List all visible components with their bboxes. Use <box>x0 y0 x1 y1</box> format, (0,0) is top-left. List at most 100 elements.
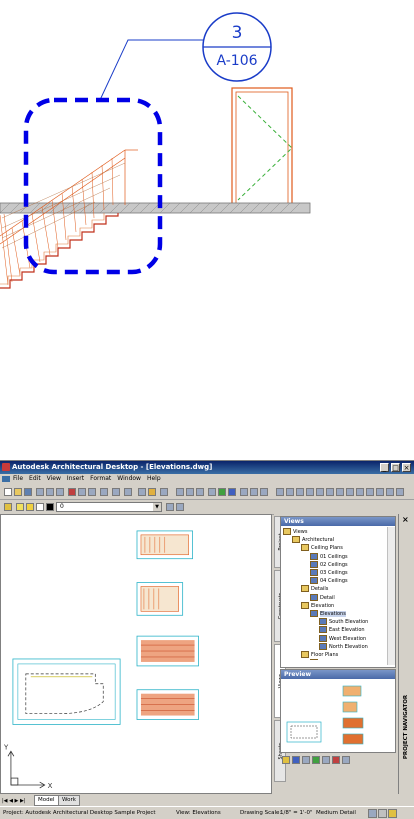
repath-icon[interactable] <box>312 756 320 764</box>
tree-item[interactable]: 02 Ceilings <box>283 560 391 569</box>
menu-file[interactable]: File <box>13 474 23 484</box>
regenerate-icon[interactable] <box>302 756 310 764</box>
menu-format[interactable]: Format <box>90 474 111 484</box>
layer-manager-icon[interactable] <box>4 503 12 511</box>
new-view-icon[interactable] <box>292 756 300 764</box>
tree-item-label: East Elevation <box>329 627 365 634</box>
layer-on-icon[interactable] <box>16 503 24 511</box>
text-icon[interactable] <box>376 488 384 496</box>
zoom-window-icon[interactable] <box>160 488 168 496</box>
tree-item[interactable]: East Elevation <box>283 626 391 634</box>
status-scale-value[interactable]: 1/8" = 1'-0" <box>280 807 313 819</box>
ellipse-icon[interactable] <box>346 488 354 496</box>
tree-item[interactable]: West Elevation <box>283 634 391 643</box>
window-title: Autodesk Architectural Desktop - [Elevat… <box>12 463 213 471</box>
circle-icon[interactable] <box>306 488 314 496</box>
elevation-west <box>136 635 199 667</box>
paste-icon[interactable] <box>88 488 96 496</box>
point-icon[interactable] <box>396 488 404 496</box>
arc-icon[interactable] <box>296 488 304 496</box>
add-view-icon[interactable] <box>282 756 290 764</box>
region-icon[interactable] <box>366 488 374 496</box>
tree-item[interactable]: Architectural <box>283 536 391 544</box>
tree-item[interactable]: 01 Ceilings <box>283 552 391 561</box>
menu-insert[interactable]: Insert <box>67 474 84 484</box>
palette-close-icon[interactable]: × <box>402 515 409 524</box>
properties-icon[interactable] <box>176 488 184 496</box>
drawing-canvas[interactable]: Y X <box>0 514 272 794</box>
tree-item[interactable]: Ceiling Plans <box>283 544 391 552</box>
minimize-icon[interactable]: _ <box>380 463 389 472</box>
spline-icon[interactable] <box>336 488 344 496</box>
tool-icon-5[interactable] <box>250 488 258 496</box>
close-icon[interactable]: × <box>402 463 411 472</box>
tool-icon[interactable] <box>208 488 216 496</box>
undo-icon[interactable] <box>112 488 120 496</box>
design-center-icon[interactable] <box>186 488 194 496</box>
delete-icon[interactable] <box>332 756 340 764</box>
palette-title-strip[interactable]: × PROJECT NAVIGATOR <box>398 514 413 794</box>
print-icon[interactable] <box>36 488 44 496</box>
tool-icon-4[interactable] <box>240 488 248 496</box>
match-properties-icon[interactable] <box>100 488 108 496</box>
tree-item[interactable]: 04 Ceilings <box>283 577 391 585</box>
menu-edit[interactable]: Edit <box>29 474 41 484</box>
view-icon <box>310 610 318 618</box>
menu-help[interactable]: Help <box>147 474 161 484</box>
tree-item[interactable]: Elevation <box>283 601 391 610</box>
polygon-icon[interactable] <box>326 488 334 496</box>
make-current-icon[interactable] <box>166 503 174 511</box>
tree-item[interactable]: Floor Plans <box>283 651 391 659</box>
title-bar: Autodesk Architectural Desktop - [Elevat… <box>0 461 414 474</box>
layer-value: 0 <box>60 503 64 510</box>
pan-icon[interactable] <box>138 488 146 496</box>
tree-item-label: 03 Ceilings <box>320 570 348 577</box>
tree-item[interactable]: North Elevation <box>283 642 391 651</box>
line-icon[interactable] <box>276 488 284 496</box>
layer-color-icon[interactable] <box>46 503 54 511</box>
doc-icon <box>2 475 10 482</box>
block-icon[interactable] <box>386 488 394 496</box>
cut-icon[interactable] <box>68 488 76 496</box>
tree-item[interactable]: Views <box>283 528 391 536</box>
chevron-down-icon[interactable]: ▼ <box>153 503 161 511</box>
tab-work[interactable]: Work <box>58 795 80 806</box>
tree-item[interactable]: 01 Floor Plan <box>283 659 391 660</box>
save-icon[interactable] <box>24 488 32 496</box>
tool-palettes-icon[interactable] <box>196 488 204 496</box>
tab-model[interactable]: Model <box>34 795 59 806</box>
layer-lock-icon[interactable] <box>36 503 44 511</box>
preview-icon[interactable] <box>46 488 54 496</box>
tree-item[interactable]: South Elevation <box>283 618 391 626</box>
layer-previous-icon[interactable] <box>176 503 184 511</box>
tool-icon-3[interactable] <box>228 488 236 496</box>
maximize-icon[interactable]: □ <box>391 463 400 472</box>
tree-item[interactable]: Details <box>283 585 391 593</box>
redo-icon[interactable] <box>124 488 132 496</box>
tree-item[interactable]: Detail <box>283 593 391 602</box>
hatch-icon[interactable] <box>356 488 364 496</box>
open-icon[interactable] <box>14 488 22 496</box>
tree-item[interactable]: 03 Ceilings <box>283 569 391 577</box>
layer-dropdown[interactable]: 0 ▼ <box>56 502 162 512</box>
copy-icon[interactable] <box>78 488 86 496</box>
rectangle-icon[interactable] <box>316 488 324 496</box>
menu-view[interactable]: View <box>47 474 61 484</box>
close-project-icon[interactable] <box>322 756 330 764</box>
zoom-realtime-icon[interactable] <box>148 488 156 496</box>
publish-icon[interactable] <box>56 488 64 496</box>
polyline-icon[interactable] <box>286 488 294 496</box>
new-icon[interactable] <box>4 488 12 496</box>
tree-item[interactable]: Elevations <box>283 610 391 618</box>
status-detail-level[interactable]: Medium Detail <box>316 807 356 819</box>
properties-nav-icon[interactable] <box>342 756 350 764</box>
tree-item-label: Architectural <box>302 537 335 544</box>
tree-item-label: 01 Ceilings <box>320 553 348 560</box>
callout-number: 3 <box>232 23 243 43</box>
layer-freeze-icon[interactable] <box>26 503 34 511</box>
status-bar: Project: Autodesk Architectural Desktop … <box>0 806 414 819</box>
tool-icon-6[interactable] <box>260 488 268 496</box>
menu-window[interactable]: Window <box>117 474 141 484</box>
tool-icon-2[interactable] <box>218 488 226 496</box>
layout-tabs: |◀ ◀ ▶ ▶| Model Work <box>0 794 272 806</box>
